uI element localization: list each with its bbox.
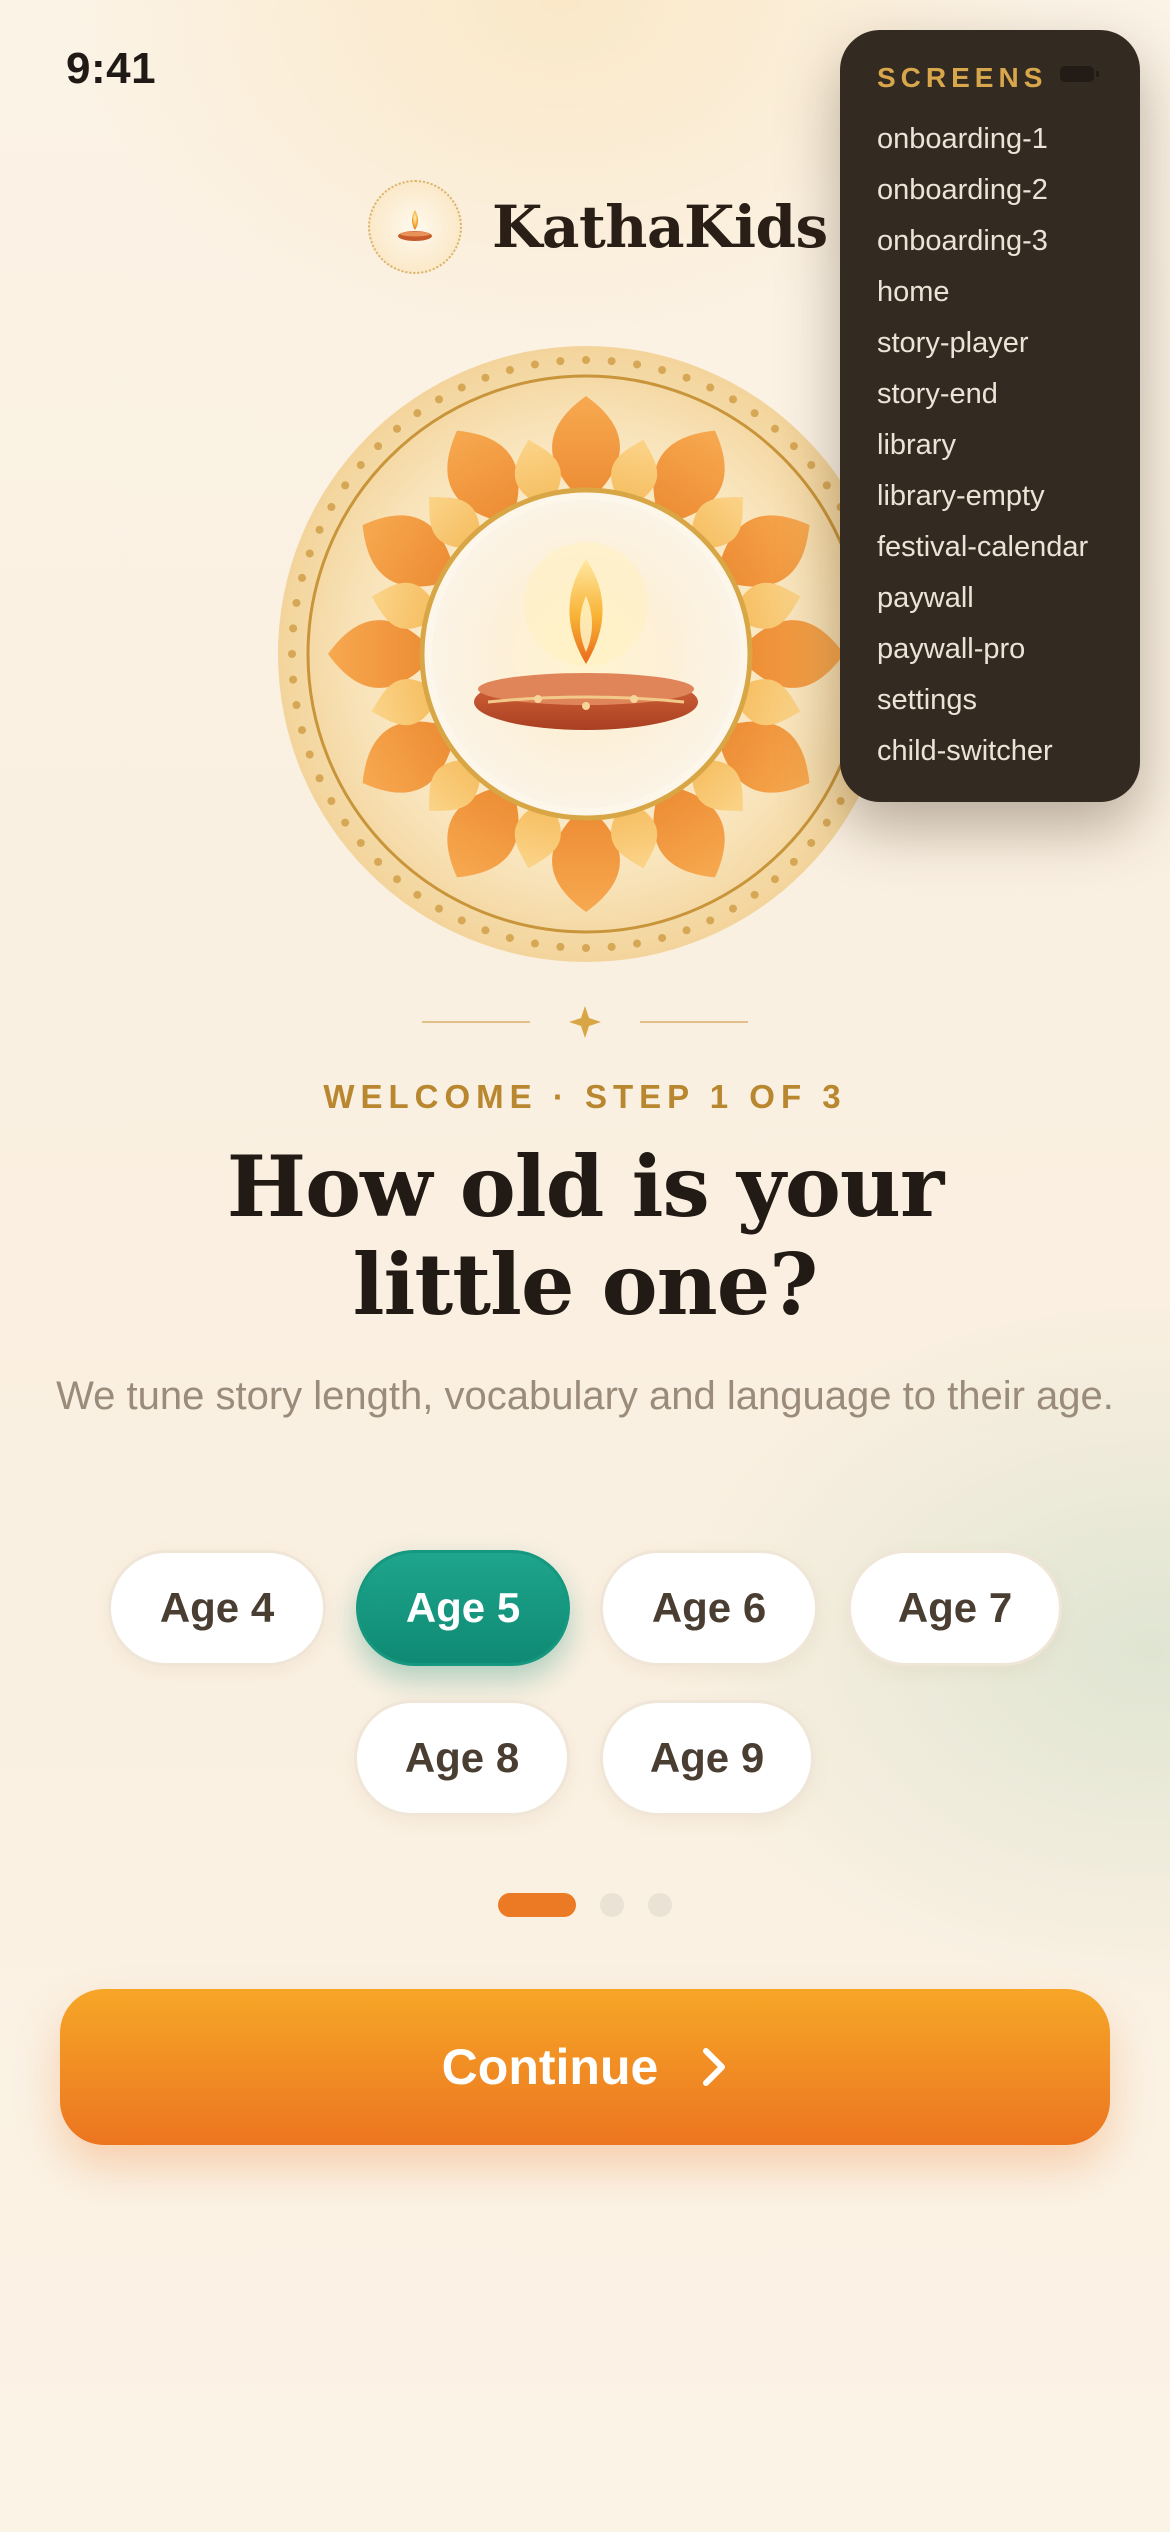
title-line-1: How old is your: [226, 1137, 944, 1236]
age-7-chip[interactable]: Age 7: [848, 1550, 1062, 1666]
step-indicator: WELCOME · STEP 1 OF 3: [323, 1078, 847, 1115]
age-6-chip[interactable]: Age 6: [600, 1550, 818, 1666]
age-8-chip[interactable]: Age 8: [354, 1700, 570, 1816]
page-dot: [600, 1893, 624, 1917]
page-title: How old is your little one?: [0, 1138, 1170, 1334]
age-5-chip[interactable]: Age 5: [356, 1550, 570, 1666]
page-subtitle: We tune story length, vocabulary and lan…: [56, 1374, 1114, 1418]
screen-link-paywall-pro[interactable]: paywall-pro: [877, 624, 1088, 675]
sparkle-icon: [569, 1006, 601, 1038]
brand-header: KathaKids: [368, 180, 828, 274]
screen-link-onboarding-3[interactable]: onboarding-3: [877, 216, 1088, 267]
diya-icon: [368, 180, 462, 274]
screens-panel-title: SCREENS: [877, 62, 1048, 93]
screen-link-library-empty[interactable]: library-empty: [877, 471, 1088, 522]
age-4-chip[interactable]: Age 4: [108, 1550, 326, 1666]
screen-link-child-switcher[interactable]: child-switcher: [877, 726, 1088, 777]
sparkle-divider: [422, 1006, 748, 1038]
page-indicator: [498, 1893, 672, 1917]
diya-lotus-illustration: [278, 346, 894, 962]
status-bar-time: 9:41: [66, 44, 157, 93]
continue-button[interactable]: Continue: [60, 1989, 1110, 2145]
screen-link-story-player[interactable]: story-player: [877, 318, 1088, 369]
screen-link-festival-calendar[interactable]: festival-calendar: [877, 522, 1088, 573]
screens-list: onboarding-1 onboarding-2 onboarding-3 h…: [877, 114, 1088, 777]
page-dot-active: [498, 1893, 576, 1917]
screen-link-onboarding-2[interactable]: onboarding-2: [877, 165, 1088, 216]
battery-icon: [1060, 66, 1099, 82]
onboarding-screen: 9:41 KathaKids WELCOME · STEP 1 OF 3 How…: [0, 0, 1170, 2532]
age-9-chip[interactable]: Age 9: [600, 1700, 814, 1816]
screen-link-story-end[interactable]: story-end: [877, 369, 1088, 420]
chevron-right-icon: [703, 2048, 726, 2086]
continue-label: Continue: [441, 2039, 659, 2095]
page-dot: [648, 1893, 672, 1917]
screens-panel: SCREENS onboarding-1 onboarding-2 onboar…: [840, 30, 1140, 802]
screen-link-settings[interactable]: settings: [877, 675, 1088, 726]
screen-link-paywall[interactable]: paywall: [877, 573, 1088, 624]
screen-link-home[interactable]: home: [877, 267, 1088, 318]
title-line-2: little one?: [352, 1235, 819, 1334]
screen-link-library[interactable]: library: [877, 420, 1088, 471]
brand-name: KathaKids: [492, 193, 828, 261]
screen-link-onboarding-1[interactable]: onboarding-1: [877, 114, 1088, 165]
